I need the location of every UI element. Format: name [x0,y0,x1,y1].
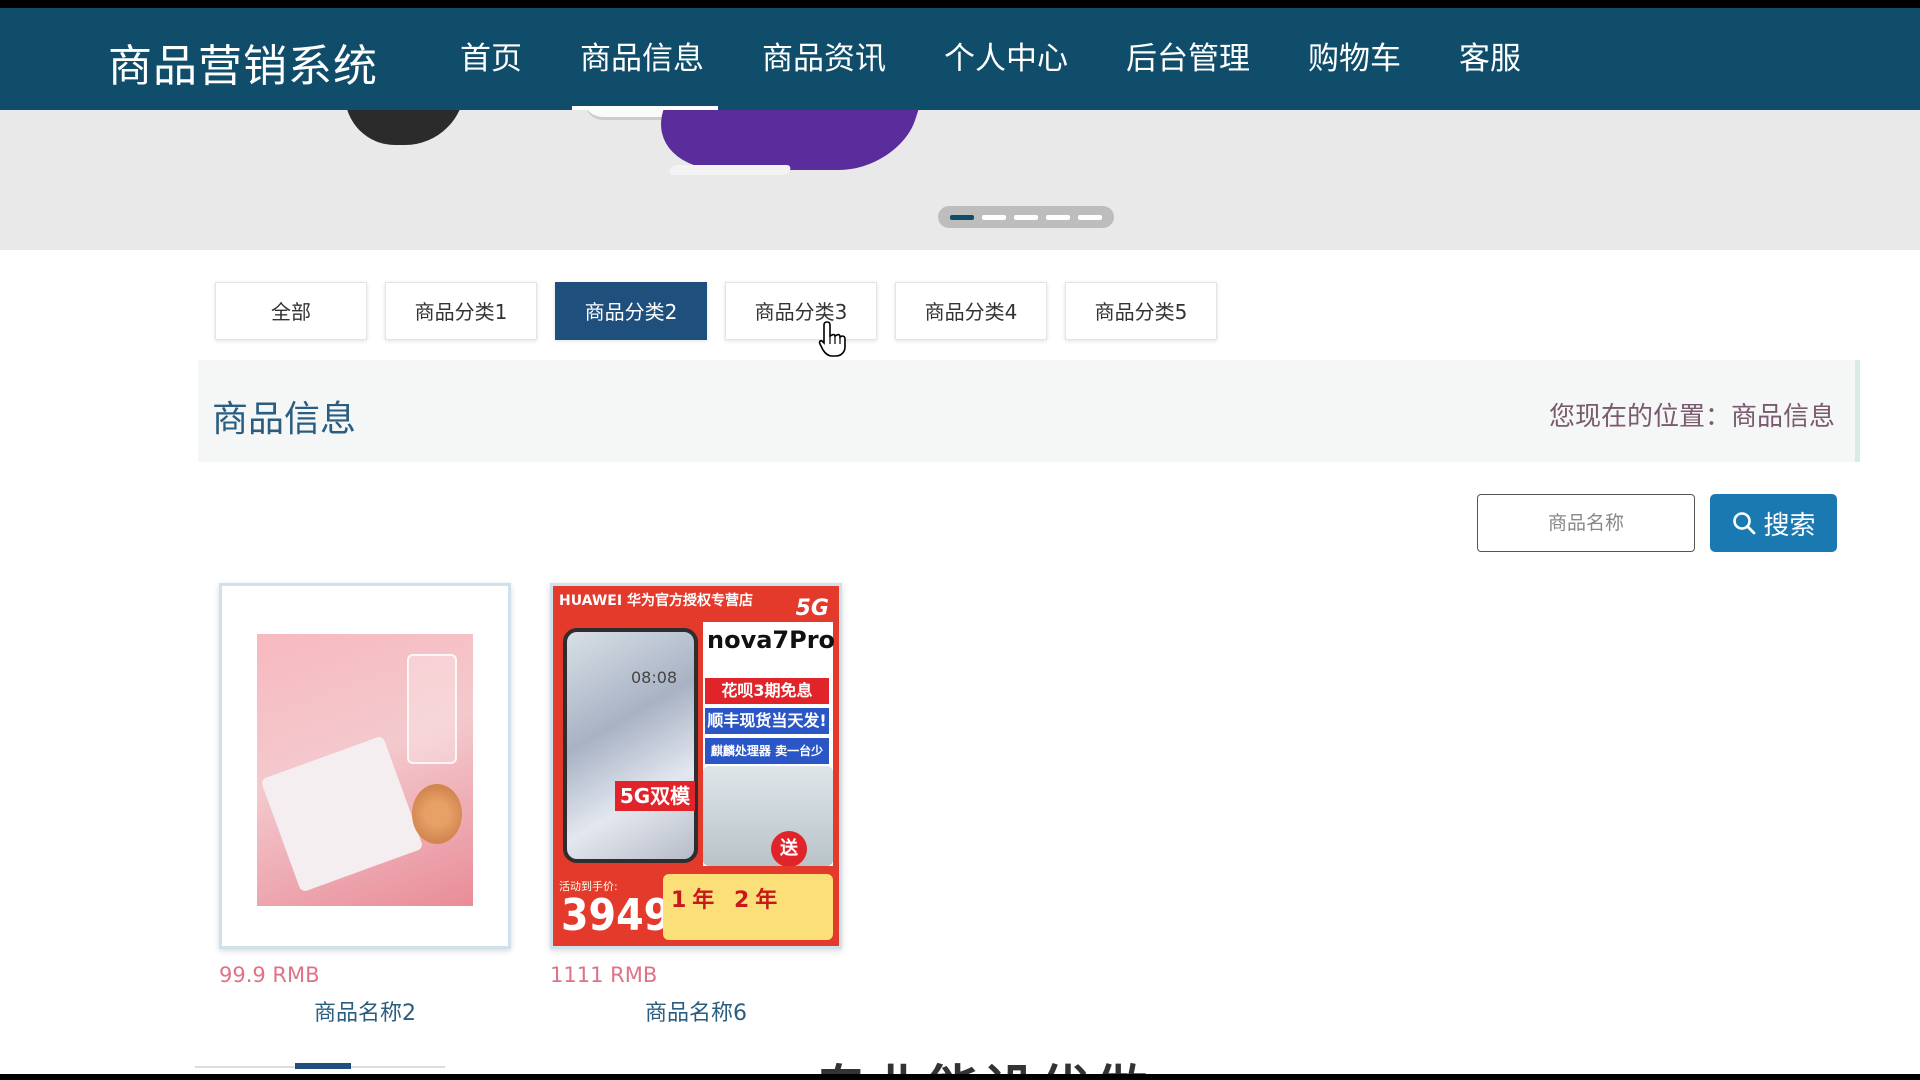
tray-shape [260,735,424,893]
page: 商品营销系统 首页 商品信息 商品资讯 个人中心 后台管理 购物车 客服 全部 … [0,8,1920,1074]
category-tab-all[interactable]: 全部 [215,282,367,340]
nav-admin[interactable]: 后台管理 [1126,8,1250,110]
video-subtitle: 专业能设优做 [815,1048,1151,1074]
banner-shoe-purple [643,110,942,170]
banner-shoe-black [345,110,465,145]
pager-active-indicator[interactable] [295,1063,351,1069]
banner-shoe-tip [668,165,792,175]
product-price: 1111 RMB [550,963,658,987]
search-button-label: 搜索 [1763,510,1816,541]
category-tab-1[interactable]: 商品分类1 [385,282,537,340]
phone-time: 08:08 [631,668,678,687]
section-title-bar: 商品信息 您现在的位置：商品信息 [198,360,1860,462]
nav-personal-center[interactable]: 个人中心 [944,8,1068,110]
nav-product-info[interactable]: 商品信息 [572,8,718,110]
nav-links: 首页 商品信息 商品资讯 个人中心 后台管理 购物车 客服 [460,8,1579,110]
hand-cursor-icon [818,321,846,357]
ad-warranty-text: 1年 2年 [671,888,784,913]
carousel-dot-3[interactable] [1014,214,1038,220]
product-card[interactable]: HUAWEI 华为官方授权专营店 5G 08:08 nova7Pro 花呗3期免… [550,583,842,1027]
top-navbar: 商品营销系统 首页 商品信息 商品资讯 个人中心 后台管理 购物车 客服 [0,8,1920,110]
carousel-dot-1[interactable] [950,214,974,220]
breadcrumb: 您现在的位置：商品信息 [1548,402,1835,432]
ad-gifts-image [703,766,833,866]
search-icon [1733,512,1756,535]
nav-product-news[interactable]: 商品资讯 [762,8,886,110]
category-tab-4[interactable]: 商品分类4 [895,282,1047,340]
ad-5g-label: 5G [795,596,829,621]
carousel-indicators [938,206,1114,228]
nav-cart[interactable]: 购物车 [1308,8,1401,110]
product-photo-dessert [257,634,473,906]
ad-tag-processor: 麒麟处理器 卖一台少一台 [705,738,829,784]
ad-store-label: HUAWEI 华为官方授权专营店 [559,593,753,609]
ad-model-name: nova7Pro [707,626,836,654]
candy-shape [412,784,462,844]
ad-big-price: 3949 [561,890,672,941]
nav-customer-service[interactable]: 客服 [1459,8,1521,110]
ad-tag-installment: 花呗3期免息 [705,678,829,704]
ad-warranty-box: 1年 2年 [663,874,833,940]
nav-home[interactable]: 首页 [460,8,522,110]
category-tab-2[interactable]: 商品分类2 [555,282,707,340]
ad-tag-shipping: 顺丰现货当天发! [705,708,829,734]
category-tabs: 全部 商品分类1 商品分类2 商品分类3 商品分类4 商品分类5 [215,282,1217,340]
product-image[interactable]: HUAWEI 华为官方授权专营店 5G 08:08 nova7Pro 花呗3期免… [550,583,842,949]
search-button[interactable]: 搜索 [1710,494,1837,552]
carousel-dot-4[interactable] [1046,214,1070,220]
product-image[interactable] [219,583,511,949]
brand-title[interactable]: 商品营销系统 [108,30,378,94]
category-tab-5[interactable]: 商品分类5 [1065,282,1217,340]
carousel-dot-2[interactable] [982,214,1006,220]
page-title: 商品信息 [212,399,357,440]
glass-shape [407,654,457,764]
product-photo-phone-ad: HUAWEI 华为官方授权专营店 5G 08:08 nova7Pro 花呗3期免… [553,586,839,946]
product-name[interactable]: 商品名称2 [219,995,511,1027]
product-name[interactable]: 商品名称6 [550,995,842,1027]
phone-image [563,628,698,863]
ad-gift-badge: 送 [771,831,807,867]
banner-carousel[interactable] [0,110,1920,250]
category-tab-3[interactable]: 商品分类3 [725,282,877,340]
product-price: 99.9 RMB [219,963,320,987]
product-card[interactable]: 99.9 RMB 商品名称2 [219,583,511,1027]
search-input[interactable] [1477,494,1695,552]
ad-dual-mode-badge: 5G双模 [615,781,695,811]
carousel-dot-5[interactable] [1078,214,1102,220]
